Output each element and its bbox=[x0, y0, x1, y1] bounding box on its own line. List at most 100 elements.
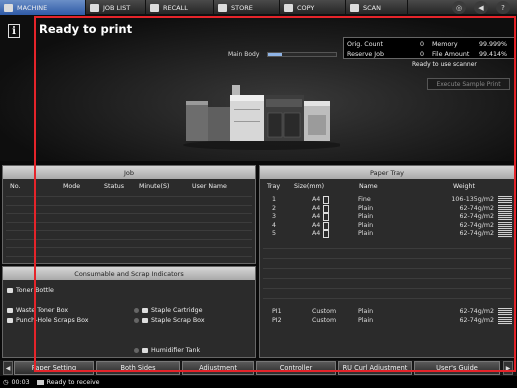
job-list-icon bbox=[90, 3, 99, 12]
memory-label: Memory bbox=[432, 40, 458, 48]
punch-hole-icon bbox=[7, 318, 13, 323]
volume-icon: ◀ bbox=[478, 3, 484, 12]
tray-number: PI2 bbox=[272, 316, 282, 324]
paper-tray-title: Paper Tray bbox=[260, 166, 514, 179]
tab-machine[interactable]: MACHINE bbox=[0, 0, 86, 15]
reserve-job-label: Reserve Job bbox=[347, 50, 385, 58]
paper-tray-panel: Paper Tray Tray Size(mm) Name Weight 1 A4… bbox=[259, 165, 515, 358]
paper-level-icon bbox=[498, 213, 512, 221]
job-col-minute: Minute(S) bbox=[139, 183, 170, 190]
staple-cartridge-indicator: Staple Cartridge bbox=[134, 307, 202, 314]
tab-copy[interactable]: COPY bbox=[280, 0, 346, 15]
tab-job-list[interactable]: JOB LIST bbox=[86, 0, 146, 15]
tray-row[interactable]: 1 A4 Fine 106-135g/m2 bbox=[262, 196, 514, 204]
paper-level-icon bbox=[498, 221, 512, 230]
tab-recall[interactable]: RECALL bbox=[146, 0, 214, 15]
clock-icon: ◷ bbox=[3, 378, 9, 386]
job-row-line bbox=[6, 221, 252, 223]
toner-bottle-icon bbox=[7, 288, 13, 293]
waste-toner-icon bbox=[7, 308, 13, 313]
footer-bar: ◷ 00:03 Ready to receive bbox=[0, 376, 517, 388]
tray-weight: 62-74g/m2 bbox=[459, 230, 494, 237]
tray-size: A4 bbox=[312, 230, 321, 237]
tray-size: Custom bbox=[312, 316, 337, 324]
paper-orientation-icon bbox=[323, 204, 329, 213]
tab-adjustment[interactable]: Adjustment bbox=[182, 361, 254, 375]
tray-row[interactable]: PI2 Custom Plain 62-74g/m2 bbox=[262, 316, 514, 325]
tray-size: Custom bbox=[312, 308, 337, 315]
paper-orientation-icon bbox=[323, 196, 329, 204]
main-body-label: Main Body bbox=[228, 51, 260, 58]
tray-paper-name: Plain bbox=[358, 316, 374, 324]
help-icon: ? bbox=[501, 3, 505, 12]
tray-row[interactable]: 5 A4 Plain 62-74g/m2 bbox=[262, 230, 514, 238]
main-body-progress bbox=[267, 52, 337, 57]
orig-count-value: 0 bbox=[420, 40, 425, 48]
tray-number: 4 bbox=[272, 221, 277, 229]
web-browser-button[interactable]: ◎ bbox=[452, 1, 466, 14]
volume-button[interactable]: ◀ bbox=[474, 1, 488, 14]
right-arrow-icon: ▶ bbox=[505, 364, 511, 372]
tray-size: A4 bbox=[312, 204, 321, 212]
tray-row[interactable]: 2 A4 Plain 62-74g/m2 bbox=[262, 204, 514, 213]
tray-col-tray: Tray bbox=[267, 183, 281, 190]
tab-paper-setting[interactable]: Paper Setting bbox=[14, 361, 94, 375]
execute-sample-print-button[interactable]: Execute Sample Print bbox=[427, 78, 510, 90]
tray-col-size: Size(mm) bbox=[294, 183, 325, 190]
tray-weight: 62-74g/m2 bbox=[459, 213, 494, 220]
tray-row-line bbox=[263, 248, 511, 249]
left-arrow-icon: ◀ bbox=[5, 364, 11, 372]
paper-orientation-icon bbox=[323, 221, 329, 230]
help-button[interactable]: ? bbox=[496, 1, 510, 14]
bottom-tab-bar: ◀ Paper Setting Both Sides Adjustment Co… bbox=[0, 360, 517, 376]
paper-level-icon bbox=[498, 204, 512, 213]
receive-icon bbox=[36, 379, 44, 385]
tab-both-sides[interactable]: Both Sides bbox=[96, 361, 180, 375]
punch-hole-indicator: Punch-Hole Scraps Box bbox=[7, 317, 89, 324]
consumable-panel-title: Consumable and Scrap Indicators bbox=[3, 267, 255, 280]
job-row-line bbox=[6, 204, 252, 206]
info-icon[interactable]: i bbox=[8, 24, 20, 38]
tray-paper-name: Plain bbox=[358, 230, 374, 237]
store-icon bbox=[218, 3, 227, 12]
tray-row-line bbox=[263, 298, 511, 299]
tray-paper-name: Plain bbox=[358, 308, 374, 315]
tray-row[interactable]: 3 A4 Plain 62-74g/m2 bbox=[262, 213, 514, 221]
footer-time: 00:03 bbox=[11, 378, 30, 386]
tray-row[interactable]: PI1 Custom Plain 62-74g/m2 bbox=[262, 308, 514, 316]
toner-bottle-indicator: Toner Bottle bbox=[7, 287, 54, 294]
footer-message: Ready to receive bbox=[46, 378, 100, 386]
staple-scrap-indicator: Staple Scrap Box bbox=[134, 317, 205, 324]
tray-number: 1 bbox=[272, 196, 277, 203]
reserve-job-value: 0 bbox=[420, 50, 425, 58]
tray-number: 2 bbox=[272, 204, 277, 212]
job-col-user-name: User Name bbox=[192, 183, 227, 190]
tab-store[interactable]: STORE bbox=[214, 0, 280, 15]
humidifier-tank-icon bbox=[142, 348, 148, 353]
tab-controller[interactable]: Controller bbox=[256, 361, 336, 375]
status-area: i Ready to print Main Body Orig. Count 0… bbox=[0, 15, 517, 161]
tray-weight: 62-74g/m2 bbox=[459, 308, 494, 315]
paper-orientation-icon bbox=[323, 230, 329, 238]
paper-level-icon bbox=[498, 316, 512, 325]
tray-row[interactable]: 4 A4 Plain 62-74g/m2 bbox=[262, 221, 514, 230]
paper-level-icon bbox=[498, 196, 512, 204]
tab-scan[interactable]: SCAN bbox=[346, 0, 408, 15]
tray-size: A4 bbox=[312, 213, 321, 220]
paper-level-icon bbox=[498, 308, 512, 316]
tab-users-guide[interactable]: User's Guide bbox=[414, 361, 500, 375]
printer-machine-illustration bbox=[183, 85, 340, 150]
tab-ru-curl-adjustment[interactable]: RU Curl Adjustment bbox=[338, 361, 412, 375]
tray-size: A4 bbox=[312, 221, 321, 229]
job-row-line bbox=[6, 255, 252, 257]
tray-number: 5 bbox=[272, 230, 277, 237]
tray-row-line bbox=[263, 288, 511, 289]
job-col-status: Status bbox=[104, 183, 125, 190]
tray-row-line bbox=[263, 268, 511, 269]
tray-weight: 62-74g/m2 bbox=[459, 316, 494, 324]
job-row-line bbox=[6, 230, 252, 231]
scroll-right-button[interactable]: ▶ bbox=[503, 361, 513, 375]
job-row-line bbox=[6, 247, 252, 248]
scroll-left-button[interactable]: ◀ bbox=[3, 361, 13, 375]
job-col-no: No. bbox=[10, 183, 21, 190]
